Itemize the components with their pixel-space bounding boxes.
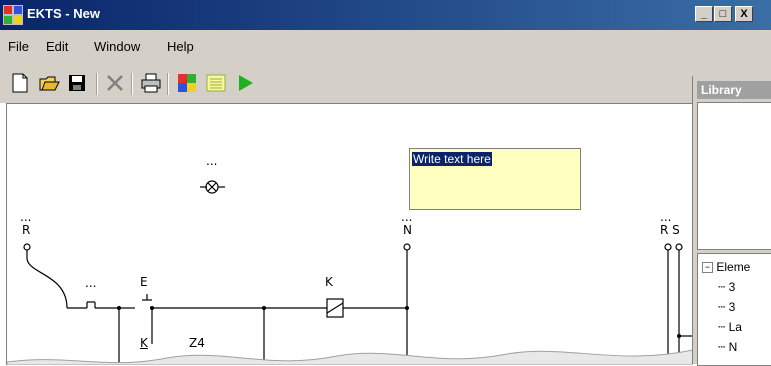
new-icon[interactable] [9,72,31,94]
palette-icon[interactable] [176,72,198,94]
save-icon[interactable] [66,72,88,94]
library-header: Library [697,81,771,99]
tree-item[interactable]: ┄ N [718,340,737,354]
label-n: N [403,223,412,237]
close-button[interactable]: X [735,6,753,22]
run-icon[interactable] [234,72,256,94]
text-annotation[interactable]: Write text here [412,152,492,166]
lamp-dots: ... [206,154,218,168]
grid-icon[interactable] [205,72,227,94]
wire-r-curve [26,257,68,309]
menu-window[interactable]: Window [94,39,140,54]
label-k-bottom: K [140,336,148,350]
switch-dots: ... [85,276,97,290]
collapse-icon[interactable]: − [702,262,713,273]
print-icon[interactable] [140,72,162,94]
side-panel: Library − Eleme ┄ 3 ┄ 3 ┄ La ┄ N [692,76,771,366]
label-k-top: K [325,275,333,289]
delete-icon[interactable] [104,72,126,94]
torn-edge [7,349,693,365]
label-e: E [140,275,148,289]
title-bar: EKTS - New _ □ X [0,0,771,30]
tree-item[interactable]: ┄ 3 [718,300,735,314]
terminal-s [675,243,683,251]
open-icon[interactable] [38,72,60,94]
app-icon [3,5,23,25]
circuit-diagram [7,180,693,365]
menu-help[interactable]: Help [167,39,194,54]
terminal-r2 [664,243,672,251]
r-dots: ... [20,210,32,224]
toolbar [0,63,771,103]
text-annotation-box[interactable]: Write text here [409,148,581,210]
n-dots: ... [401,210,413,224]
element-tree[interactable]: − Eleme ┄ 3 ┄ 3 ┄ La ┄ N [697,253,771,366]
terminal-n [403,243,411,251]
menu-bar: File Edit Window Help [0,30,771,64]
library-area[interactable] [697,102,771,250]
drawing-canvas[interactable]: ... ... R ... N ... R S ... E K K Z4 Wri… [6,103,693,365]
window-title: EKTS - New [27,6,100,21]
tree-root[interactable]: − Eleme [702,260,750,274]
rs-dots: ... [660,210,672,224]
menu-file[interactable]: File [8,39,29,54]
minimize-button[interactable]: _ [695,6,713,22]
maximize-button[interactable]: □ [714,6,732,22]
label-z4: Z4 [189,336,205,350]
terminal-r [23,243,31,251]
label-rs: R S [660,223,680,237]
label-r: R [22,223,31,237]
tree-item[interactable]: ┄ La [718,320,742,334]
menu-edit[interactable]: Edit [46,39,68,54]
tree-item[interactable]: ┄ 3 [718,280,735,294]
